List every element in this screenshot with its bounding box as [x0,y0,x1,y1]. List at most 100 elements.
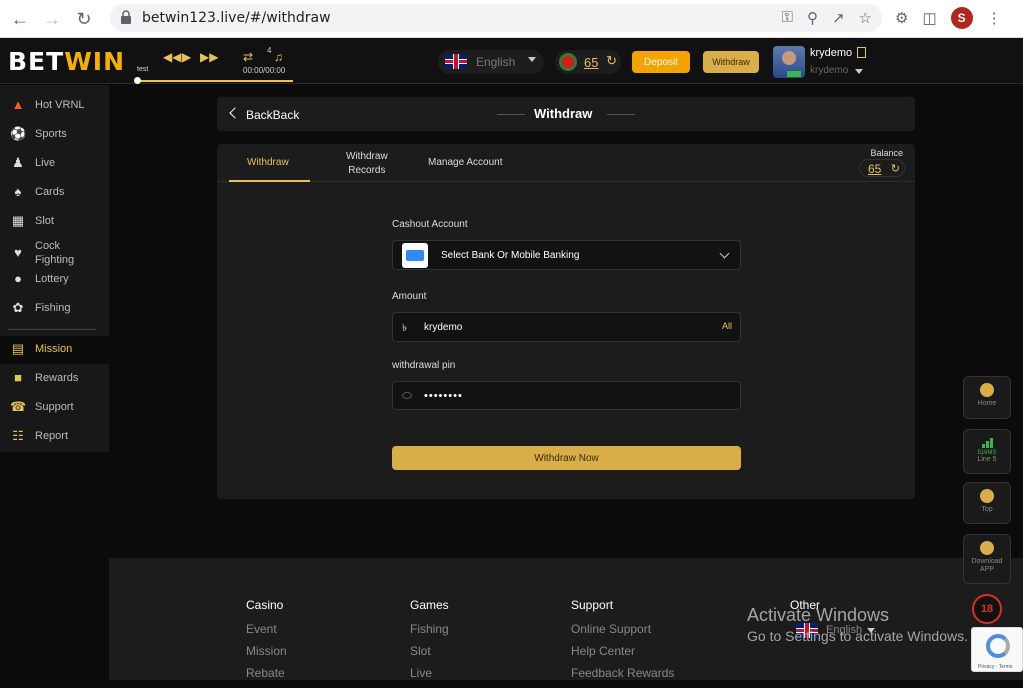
activate-windows-watermark: Activate Windows Go to Settings to activ… [747,605,968,644]
panel-balance-value: 65 [868,162,882,176]
key-icon[interactable]: ⚿ [782,9,793,27]
sidebar-item-slot[interactable]: ▦ Slot [0,208,109,236]
star-icon[interactable]: ☆ [859,9,872,27]
vip-badge [787,71,801,77]
withdraw-button[interactable]: Withdraw [703,51,759,73]
headset-icon: ☎ [10,399,27,414]
forward-arrow-icon[interactable]: → [40,7,64,31]
profile-avatar[interactable]: S [950,7,973,29]
sidebar-item-support[interactable]: ☎ Support [0,394,109,422]
signal-icon [981,438,993,448]
footer-link[interactable]: Event [246,622,287,636]
music-player: ◀◀ ▶ ▶▶ ⇄ ♫ 4 test 00:00/00:00 [134,46,297,84]
recaptcha-badge[interactable]: Privacy - Terms [971,627,1023,672]
float-top-button[interactable]: Top [963,482,1011,524]
copy-icon[interactable] [857,47,866,58]
cashout-account-select[interactable]: Select Bank Or Mobile Banking [392,240,741,270]
footer-link[interactable]: Feedback Rewards [571,666,674,680]
back-arrow-icon[interactable]: ← [8,7,32,31]
uk-flag-icon [445,54,467,69]
sidebar-item-cards[interactable]: ♠ Cards [0,179,109,207]
repeat-icon[interactable]: ⇄ [243,50,253,64]
taka-icon: ৳ [402,323,407,334]
download-icon [980,541,994,555]
footer-link[interactable]: Online Support [571,622,674,636]
zoom-icon[interactable]: ⚲ [807,9,818,27]
float-home-button[interactable]: Home [963,376,1011,419]
progress-knob[interactable] [134,77,141,84]
withdraw-panel: Withdraw Withdraw Records Manage Account… [217,144,915,499]
deposit-button[interactable]: Deposit [632,51,690,73]
sidebar-item-lottery[interactable]: ● Lottery [0,266,109,294]
footer-link[interactable]: Help Center [571,644,674,658]
sidebar-item-hot[interactable]: ▲ Hot VRNL [0,92,109,120]
eye-icon[interactable] [402,392,412,399]
sidebar-item-fishing[interactable]: ✿ Fishing [0,295,109,323]
slot-machine-icon: ▦ [11,213,25,228]
lock-icon [121,10,131,24]
play-icon[interactable]: ▶ [182,50,191,64]
page-topbar: BackBack Withdraw [217,97,915,131]
lottery-icon: ● [14,271,22,286]
float-download-button[interactable]: Download APP [963,534,1011,584]
recaptcha-icon [986,634,1010,658]
tab-bar: Withdraw Withdraw Records Manage Account… [217,144,915,182]
tab-withdraw-records[interactable]: Withdraw Records [346,150,388,178]
betwin-logo[interactable]: BETWIN [8,47,125,76]
amount-field[interactable]: ৳ krydemo All [392,312,741,342]
chevron-down-icon [719,248,730,259]
soccer-ball-icon: ⚽ [10,126,27,141]
footer-link[interactable]: Rebate [246,666,287,680]
reload-icon[interactable]: ↻ [72,7,96,31]
withdraw-now-button[interactable]: Withdraw Now [392,446,741,470]
all-amount-button[interactable]: All [722,321,732,331]
sidebar-item-rewards[interactable]: ■ Rewards [0,365,109,393]
withdrawal-pin-field[interactable]: •••••••• [392,381,741,410]
sidebar-divider [8,329,96,330]
tab-manage-account[interactable]: Manage Account [428,157,503,168]
mission-icon: ▤ [11,341,25,356]
footer-link[interactable]: Fishing [410,622,449,636]
sidepanel-icon[interactable]: ◫ [922,9,936,27]
playlist-icon[interactable]: ♫ [274,50,283,64]
float-network-button[interactable]: 516MS Line 5 [963,429,1011,474]
header-balance: 65 ↻ [555,50,621,74]
page-title: Withdraw [534,106,593,121]
title-decor-left [497,114,525,115]
line-select[interactable]: Line 5 [964,456,1010,463]
balance-value: 65 [584,55,599,70]
refresh-icon[interactable]: ↻ [606,53,617,69]
fast-forward-icon[interactable]: ▶▶ [200,50,218,64]
playlist-count: 4 [267,46,272,55]
language-select[interactable]: English [438,50,544,74]
footer-col-games: Games Fishing Slot Live [410,598,449,680]
home-icon [980,383,994,397]
track-name: test [137,66,149,73]
rewind-icon[interactable]: ◀◀ [163,50,181,64]
sidebar-item-live[interactable]: ♟ Live [0,150,109,178]
share-icon[interactable]: ↗ [832,9,845,27]
panel-balance: 65 ↻ [859,159,905,177]
tab-withdraw[interactable]: Withdraw [247,157,289,168]
menu-kebab-icon[interactable]: ⋮ [987,9,1002,27]
back-button[interactable]: BackBack [246,108,299,122]
refresh-balance-icon[interactable]: ↻ [891,162,900,175]
extensions-icon[interactable]: ⚙ [895,9,908,27]
username: krydemo [810,47,853,59]
sidebar: ▲ Hot VRNL ⚽ Sports ♟ Live ♠ Cards ▦ Slo… [0,85,109,452]
chevron-left-icon[interactable] [229,107,241,119]
sidebar-item-mission[interactable]: ▤ Mission [0,336,109,364]
footer-link[interactable]: Mission [246,644,287,658]
sidebar-item-report[interactable]: ☷ Report [0,423,109,451]
browser-toolbar: ← → ↻ betwin123.live/#/withdraw ⚿ ⚲ ↗ ☆ … [0,0,1023,38]
user-menu-chevron-icon[interactable] [855,69,863,74]
sidebar-item-cock-fighting[interactable]: ♥ Cock Fighting [0,237,109,266]
footer-link[interactable]: Live [410,666,449,680]
sidebar-item-sports[interactable]: ⚽ Sports [0,121,109,149]
footer-link[interactable]: Slot [410,644,449,658]
live-dealer-icon: ♟ [12,155,24,170]
address-bar[interactable]: betwin123.live/#/withdraw ⚿ ⚲ ↗ ☆ [110,4,882,32]
currency-coin-icon [559,53,577,71]
footer-col-support: Support Online Support Help Center Feedb… [571,598,675,680]
progress-bar[interactable] [137,80,293,82]
